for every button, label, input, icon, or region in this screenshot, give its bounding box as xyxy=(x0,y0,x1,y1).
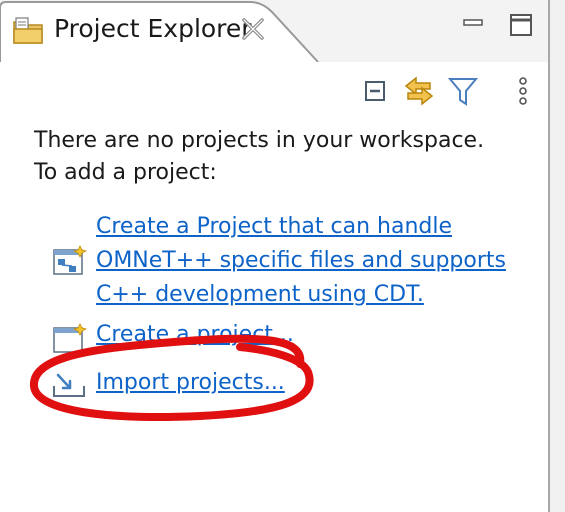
add-project-prompt: To add a project: xyxy=(34,160,217,185)
import-projects-icon[interactable] xyxy=(52,370,88,404)
new-project-icon[interactable] xyxy=(52,322,88,360)
import-projects-link[interactable]: Import projects... xyxy=(96,370,285,395)
tab-title: Project Explorer xyxy=(54,14,252,43)
project-explorer-icon xyxy=(12,16,46,46)
maximize-icon[interactable] xyxy=(506,10,536,40)
create-omnet-project-link-line1[interactable]: Create a Project that can handle xyxy=(96,214,452,239)
create-project-link[interactable]: Create a project... xyxy=(96,322,294,347)
empty-workspace-message: There are no projects in your workspace. xyxy=(34,128,485,153)
link-with-editor-icon[interactable] xyxy=(402,74,436,108)
collapse-all-icon[interactable] xyxy=(358,74,392,108)
filter-icon[interactable] xyxy=(446,74,480,108)
project-explorer-view: Project Explorer There are no projects i… xyxy=(0,0,550,512)
tab-project-explorer[interactable]: Project Explorer xyxy=(0,0,326,62)
omnet-project-icon[interactable] xyxy=(52,244,88,282)
minimize-icon[interactable] xyxy=(458,10,488,40)
view-tab-bar: Project Explorer xyxy=(0,0,548,62)
view-menu-icon[interactable] xyxy=(506,74,540,108)
close-icon[interactable] xyxy=(240,16,266,42)
create-omnet-project-link-line3[interactable]: C++ development using CDT. xyxy=(96,282,424,307)
create-omnet-project-link-line2[interactable]: OMNeT++ specific files and supports xyxy=(96,248,506,273)
